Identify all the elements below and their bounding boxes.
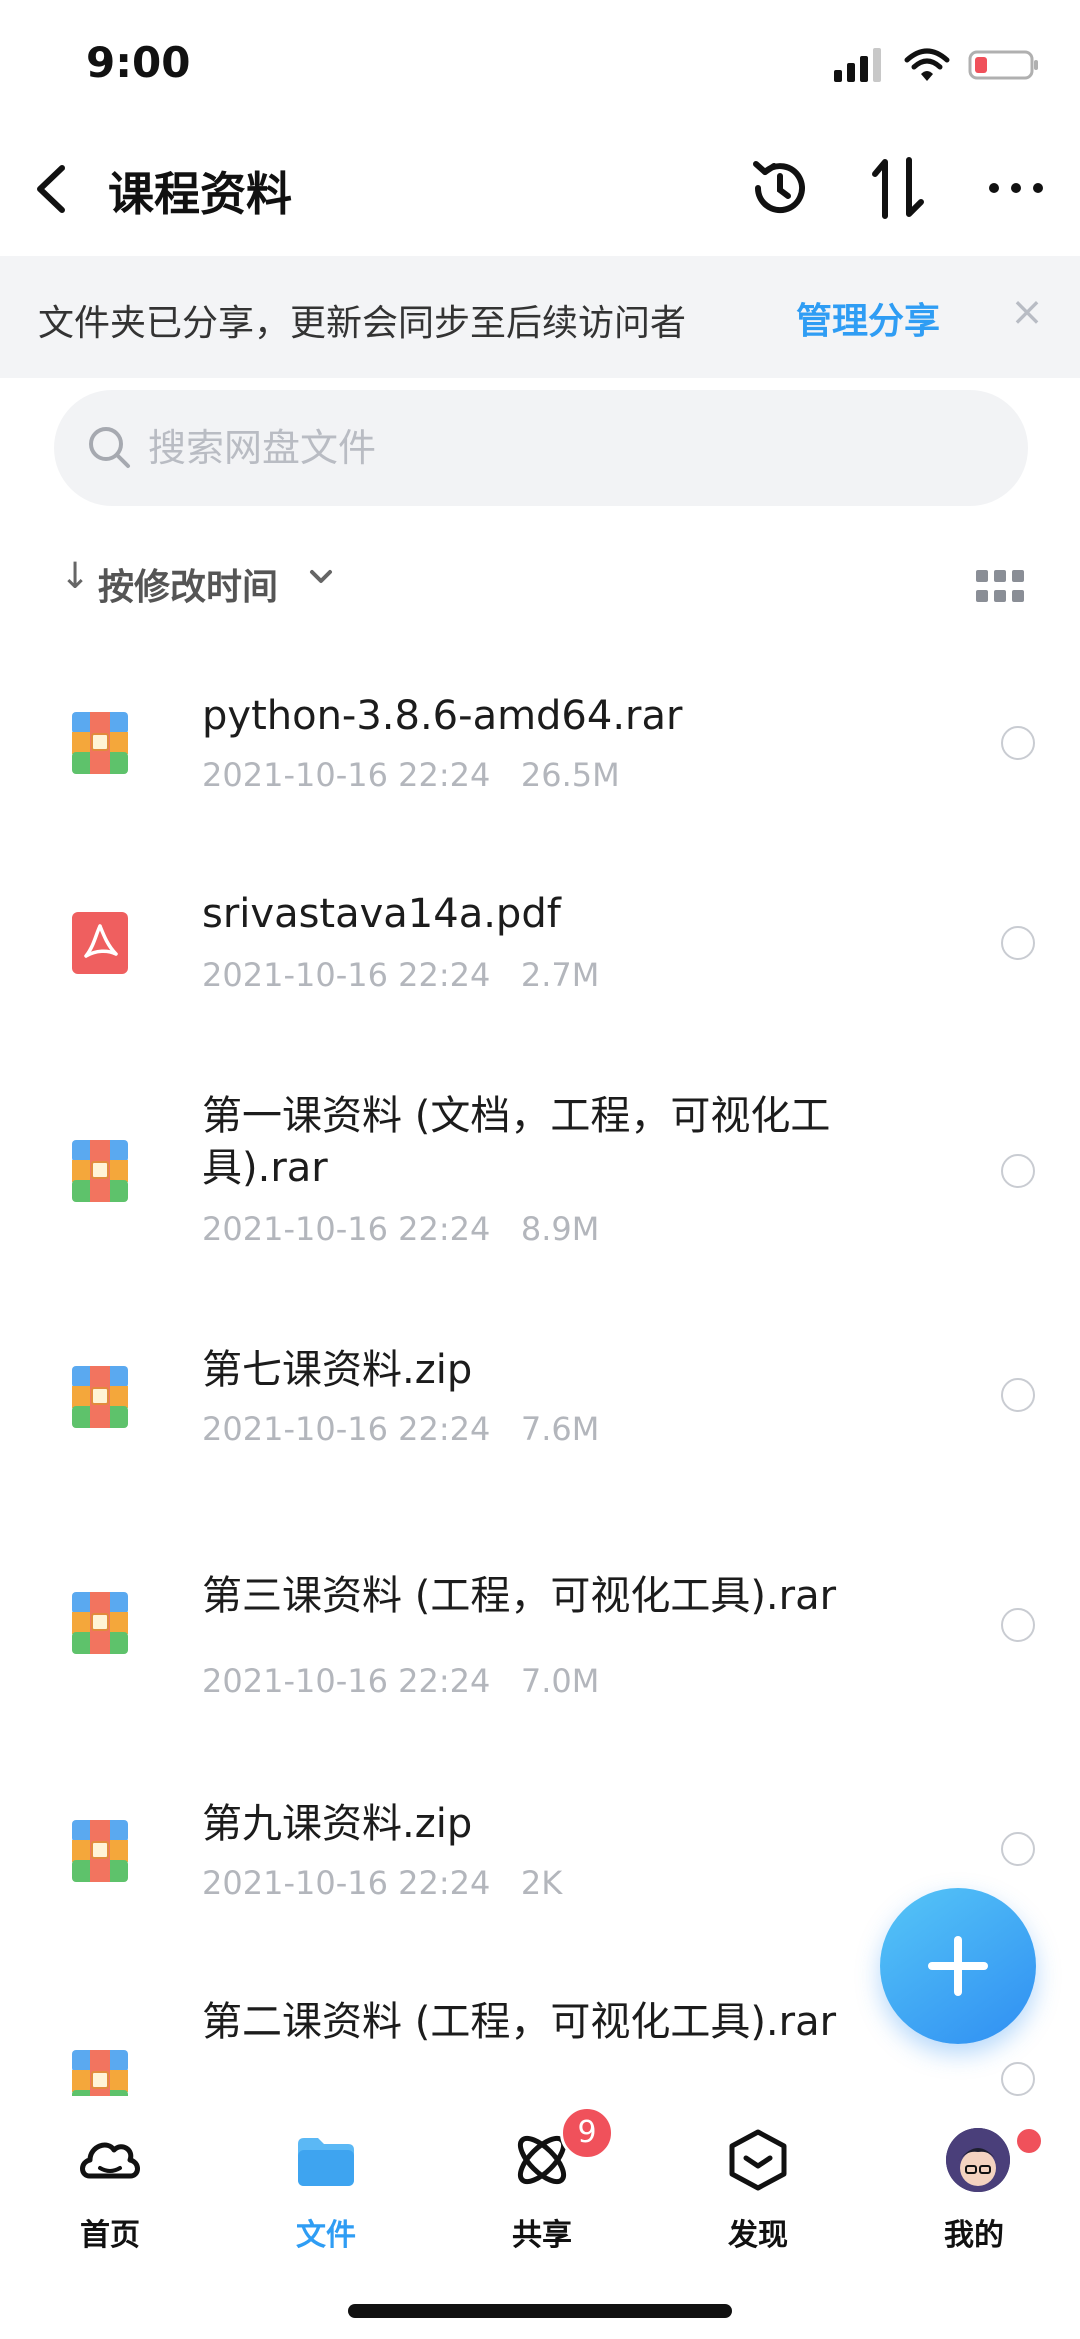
more-dots-icon bbox=[989, 183, 1043, 193]
file-row[interactable]: 第一课资料 (文档，工程，可视化工具).rar 2021-10-16 22:24… bbox=[0, 1060, 1080, 1314]
file-size: 26.5M bbox=[520, 756, 620, 794]
archive-file-icon bbox=[72, 1592, 128, 1654]
file-meta: 2021-10-16 22:24 2K bbox=[202, 1864, 562, 1902]
file-name: srivastava14a.pdf bbox=[202, 891, 561, 937]
folder-icon bbox=[298, 2138, 354, 2186]
select-checkbox[interactable] bbox=[1001, 1154, 1035, 1188]
grid-view-icon[interactable] bbox=[976, 570, 1026, 604]
file-date: 2021-10-16 22:24 bbox=[202, 1864, 491, 1902]
file-row[interactable]: srivastava14a.pdf 2021-10-16 22:24 2.7M bbox=[0, 860, 1080, 1060]
file-size: 8.9M bbox=[520, 1210, 600, 1248]
file-date: 2021-10-16 22:24 bbox=[202, 1410, 491, 1448]
cloud-icon bbox=[80, 2142, 140, 2179]
file-row[interactable]: python-3.8.6-amd64.rar 2021-10-16 22:24 … bbox=[0, 660, 1080, 860]
share-banner: 文件夹已分享，更新会同步至后续访问者 管理分享 × bbox=[0, 256, 1080, 378]
nav-bar: 课程资料 bbox=[0, 130, 1080, 250]
history-icon bbox=[753, 161, 805, 214]
tab-label: 发现 bbox=[728, 2218, 788, 2253]
file-date: 2021-10-16 22:24 bbox=[202, 1662, 491, 1700]
sort-by-dropdown[interactable]: 按修改时间 bbox=[98, 558, 278, 610]
select-checkbox[interactable] bbox=[1001, 1832, 1035, 1866]
file-meta: 2021-10-16 22:24 7.6M bbox=[202, 1410, 599, 1448]
status-icons bbox=[834, 48, 1040, 82]
tab-label: 首页 bbox=[80, 2218, 140, 2253]
file-name: 第二课资料 (工程，可视化工具).rar bbox=[202, 1999, 837, 2045]
sort-order-button[interactable] bbox=[862, 152, 934, 224]
file-date: 2021-10-16 22:24 bbox=[202, 956, 491, 994]
tab-home[interactable]: 首页 bbox=[20, 2114, 200, 2253]
tab-me[interactable]: 我的 bbox=[884, 2114, 1064, 2253]
file-row[interactable]: 第三课资料 (工程，可视化工具).rar 2021-10-16 22:24 7.… bbox=[0, 1514, 1080, 1768]
manage-share-link[interactable]: 管理分享 bbox=[796, 292, 940, 344]
search-bar[interactable] bbox=[54, 390, 1028, 506]
file-size: 2K bbox=[520, 1864, 563, 1902]
home-indicator bbox=[348, 2304, 732, 2318]
search-input[interactable] bbox=[146, 412, 990, 484]
file-meta: 2021-10-16 22:24 7.0M bbox=[202, 1662, 599, 1700]
select-checkbox[interactable] bbox=[1001, 1608, 1035, 1642]
sort-row: ↓ 按修改时间 bbox=[0, 548, 1080, 624]
file-meta: 2021-10-16 22:24 8.9M bbox=[202, 1210, 599, 1248]
share-banner-text: 文件夹已分享，更新会同步至后续访问者 bbox=[38, 303, 687, 344]
page-title: 课程资料 bbox=[108, 167, 292, 221]
file-name: 第九课资料.zip bbox=[202, 1801, 473, 1847]
wifi-icon bbox=[904, 48, 950, 81]
file-name: 第七课资料.zip bbox=[202, 1347, 473, 1393]
notification-dot bbox=[1014, 2126, 1044, 2156]
tab-share[interactable]: 9 共享 bbox=[452, 2106, 632, 2253]
tab-label: 文件 bbox=[296, 2218, 356, 2253]
tab-label: 我的 bbox=[944, 2218, 1004, 2253]
cellular-signal-icon bbox=[834, 48, 881, 82]
file-meta: 2021-10-16 22:24 2.7M bbox=[202, 956, 599, 994]
close-banner-button[interactable]: × bbox=[1002, 282, 1052, 342]
sort-arrows-icon bbox=[872, 157, 924, 219]
select-checkbox[interactable] bbox=[1001, 2062, 1035, 2096]
file-name: python-3.8.6-amd64.rar bbox=[202, 693, 683, 739]
nav-actions bbox=[744, 152, 1052, 224]
tab-discover[interactable]: 发现 bbox=[668, 2114, 848, 2253]
notification-badge: 9 bbox=[560, 2106, 614, 2160]
tab-label: 共享 bbox=[512, 2218, 572, 2253]
pdf-file-icon bbox=[72, 912, 128, 974]
back-arrow-icon[interactable] bbox=[26, 154, 86, 224]
add-button[interactable] bbox=[880, 1888, 1036, 2044]
history-button[interactable] bbox=[744, 152, 816, 224]
select-checkbox[interactable] bbox=[1001, 926, 1035, 960]
file-row[interactable]: 第七课资料.zip 2021-10-16 22:24 7.6M bbox=[0, 1314, 1080, 1514]
select-checkbox[interactable] bbox=[1001, 1378, 1035, 1412]
archive-file-icon bbox=[72, 1140, 128, 1202]
archive-file-icon bbox=[72, 1366, 128, 1428]
bottom-tab-bar: 首页 文件 9 共享 发现 我的 bbox=[0, 2096, 1080, 2339]
chevron-down-icon[interactable] bbox=[304, 556, 338, 596]
sort-direction-icon[interactable]: ↓ bbox=[60, 556, 90, 597]
file-name: 第三课资料 (工程，可视化工具).rar bbox=[202, 1573, 837, 1619]
archive-file-icon bbox=[72, 712, 128, 774]
more-button[interactable] bbox=[980, 152, 1052, 224]
archive-file-icon bbox=[72, 1820, 128, 1882]
avatar bbox=[946, 2128, 1010, 2192]
select-checkbox[interactable] bbox=[1001, 726, 1035, 760]
search-icon bbox=[89, 427, 130, 468]
battery-low-icon bbox=[968, 50, 1038, 80]
file-size: 7.0M bbox=[520, 1662, 600, 1700]
cube-icon bbox=[729, 2129, 787, 2191]
file-size: 2.7M bbox=[520, 956, 600, 994]
file-date: 2021-10-16 22:24 bbox=[202, 756, 491, 794]
file-size: 7.6M bbox=[520, 1410, 600, 1448]
file-name: 第一课资料 (文档，工程，可视化工具).rar bbox=[202, 1093, 831, 1191]
status-time: 9:00 bbox=[86, 38, 191, 87]
file-meta: 2021-10-16 22:24 26.5M bbox=[202, 756, 620, 794]
status-bar: 9:00 bbox=[0, 0, 1080, 130]
tab-files[interactable]: 文件 bbox=[236, 2114, 416, 2253]
file-date: 2021-10-16 22:24 bbox=[202, 1210, 491, 1248]
